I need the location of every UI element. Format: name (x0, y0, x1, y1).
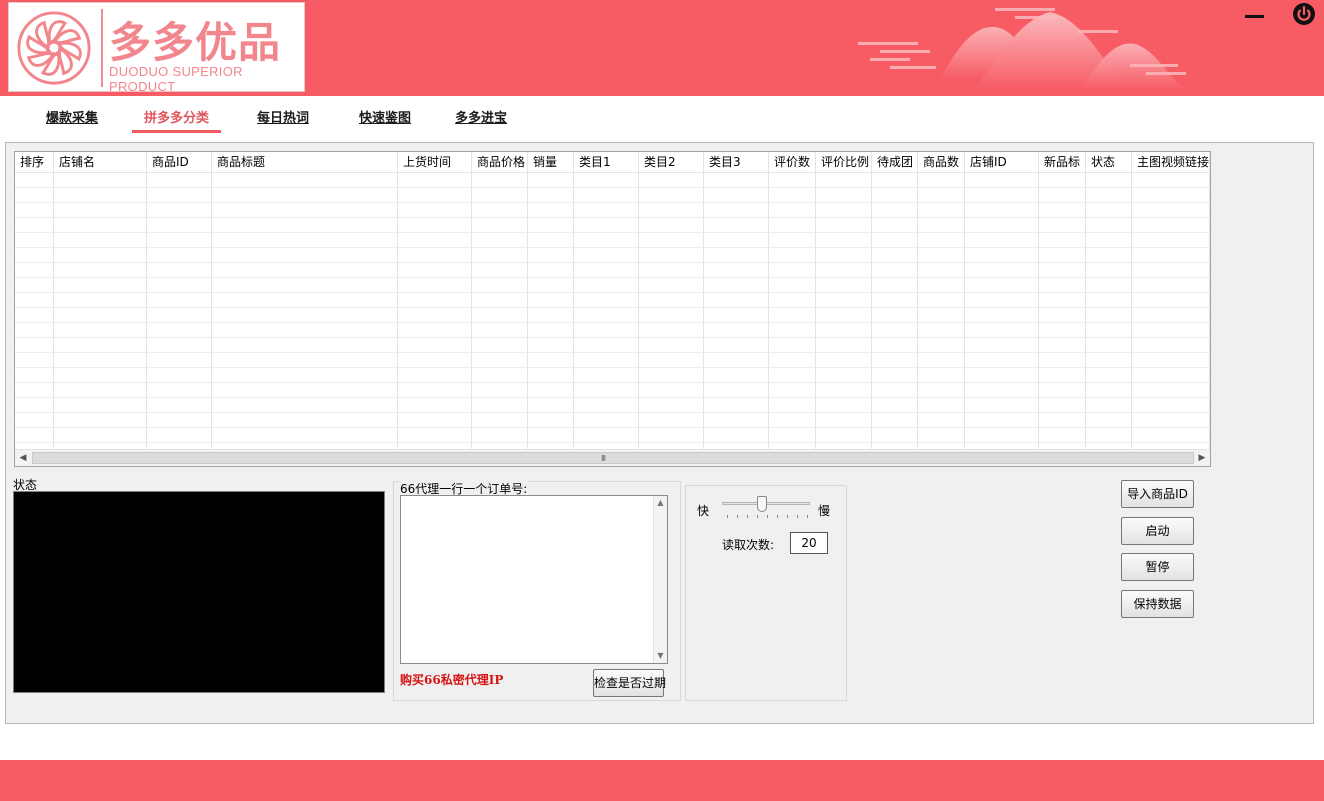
logo-divider (101, 9, 103, 87)
buy-proxy-link[interactable]: 购买66私密代理IP (400, 671, 503, 688)
active-tab-indicator (132, 130, 221, 133)
mountain-decoration (858, 8, 1186, 90)
logo-subtitle: DUODUO SUPERIOR PRODUCT (109, 64, 243, 94)
minimize-button[interactable] (1242, 4, 1268, 28)
column-header[interactable]: 上货时间 (398, 152, 471, 173)
table-empty-rows (15, 173, 1210, 449)
column-header[interactable]: 销量 (528, 152, 573, 173)
minimize-icon (1245, 15, 1264, 18)
status-log-output (13, 491, 385, 693)
footer-bar (0, 760, 1324, 801)
column-header[interactable]: 新品标 (1039, 152, 1085, 173)
column-header[interactable]: 类目1 (574, 152, 638, 173)
scroll-grip: III (601, 454, 606, 463)
proxy-order-textarea[interactable]: ▲ ▼ (400, 495, 668, 664)
check-expiry-button[interactable]: 检查是否过期 (593, 669, 666, 697)
column-header[interactable]: 状态 (1086, 152, 1131, 173)
tab-pdd-category[interactable]: 拼多多分类 (144, 107, 209, 126)
scroll-up-icon[interactable]: ▲ (654, 496, 667, 510)
column-header[interactable]: 店铺名 (54, 152, 146, 173)
header-banner: 多多优品 DUODUO SUPERIOR PRODUCT (0, 0, 1324, 96)
logo-flower-icon (17, 11, 91, 85)
tab-daily-hotwords[interactable]: 每日热词 (257, 107, 309, 126)
column-header[interactable]: 排序 (15, 152, 53, 173)
read-count-label: 读取次数: (722, 538, 775, 552)
column-header[interactable]: 商品标题 (212, 152, 397, 173)
column-header[interactable]: 店铺ID (965, 152, 1038, 173)
column-header[interactable]: 待成团 (872, 152, 917, 173)
scroll-down-icon[interactable]: ▼ (654, 649, 667, 663)
pause-button[interactable]: 暂停 (1121, 553, 1194, 581)
column-header[interactable]: 商品数 (918, 152, 964, 173)
app-logo: 多多优品 DUODUO SUPERIOR PRODUCT (8, 2, 305, 94)
tab-bar: 爆款采集 拼多多分类 每日热词 快速鉴图 多多进宝 (0, 96, 1324, 140)
scrollbar-thumb[interactable]: III (32, 452, 1194, 464)
import-product-id-button[interactable]: 导入商品ID (1121, 480, 1194, 508)
speed-slider-thumb[interactable] (757, 496, 768, 512)
logo-title: 多多优品 (109, 18, 282, 67)
product-table[interactable]: 排序 店铺名 商品ID 商品标题 上货时间 商品价格 销量 类目1 类目2 类目… (14, 151, 1211, 467)
tab-duoduo-jinbao[interactable]: 多多进宝 (455, 107, 507, 126)
column-header[interactable]: 类目2 (639, 152, 703, 173)
column-header[interactable]: 商品价格 (472, 152, 527, 173)
column-header[interactable]: 类目3 (704, 152, 768, 173)
tab-hot-collect[interactable]: 爆款采集 (46, 107, 98, 126)
read-count-input[interactable]: 20 (790, 532, 828, 554)
column-header[interactable]: 主图视频链接 (1132, 152, 1209, 173)
save-data-button[interactable]: 保持数据 (1121, 590, 1194, 618)
horizontal-scrollbar[interactable]: ◀ III ▶ (15, 449, 1210, 466)
column-header[interactable]: 商品ID (147, 152, 211, 173)
vertical-scrollbar[interactable]: ▲ ▼ (653, 496, 667, 663)
tab-quick-image-check[interactable]: 快速鉴图 (359, 107, 411, 126)
slider-ticks (727, 515, 809, 518)
start-button[interactable]: 启动 (1121, 517, 1194, 545)
column-header[interactable]: 评价比例 (816, 152, 871, 173)
scroll-left-icon[interactable]: ◀ (15, 450, 31, 466)
slow-label: 慢 (818, 504, 831, 518)
main-panel: 排序 店铺名 商品ID 商品标题 上货时间 商品价格 销量 类目1 类目2 类目… (5, 142, 1314, 724)
fast-label: 快 (697, 504, 710, 518)
scroll-right-icon[interactable]: ▶ (1194, 450, 1210, 466)
power-icon[interactable] (1292, 2, 1316, 26)
column-header[interactable]: 评价数 (769, 152, 815, 173)
